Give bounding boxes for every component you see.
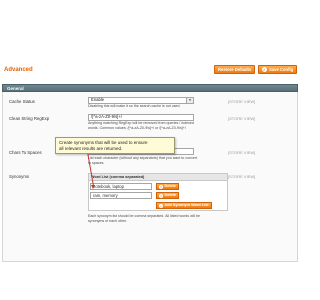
add-synonym-label: Add Synonym Word List [164, 203, 209, 207]
cache-status-value: Enable [91, 97, 105, 102]
delete-icon: × [159, 184, 163, 189]
add-synonym-button[interactable]: + Add Synonym Word List [156, 202, 212, 209]
chars-to-spaces-note-2: to spaces. [88, 161, 105, 165]
clean-regexp-label: Clean String RegExp [9, 116, 50, 121]
cache-status-select[interactable]: Enable ▾ [88, 97, 194, 104]
synonym-row-input[interactable]: ram, memory [90, 192, 152, 199]
cache-status-label: Cache Status [9, 99, 35, 104]
delete-icon: × [159, 193, 163, 198]
delete-label: Delete [164, 193, 176, 197]
cache-status-scope: [STORE VIEW] [228, 99, 256, 104]
restore-defaults-label: Restore Defaults [218, 67, 252, 72]
clean-regexp-input[interactable]: /[^a-zA-Z0-9\s]+/ [88, 114, 194, 121]
help-tooltip: Create synonyms that will be used to ens… [55, 137, 175, 154]
save-config-button[interactable]: ✓ Save Config [258, 65, 298, 74]
chars-to-spaces-label: Chars To Spaces [9, 150, 42, 155]
delete-synonym-button[interactable]: × Delete [156, 192, 179, 199]
clean-regexp-scope: [STORE VIEW] [228, 116, 256, 121]
synonyms-table-header: Word List (comma separated) [89, 174, 227, 181]
synonyms-note-1: Each synonym list should be comma separa… [88, 214, 201, 218]
add-icon: + [159, 203, 163, 208]
delete-synonym-button[interactable]: × Delete [156, 183, 179, 190]
synonyms-note-2: synonyms of each other. [88, 219, 127, 223]
save-config-label: Save Config [269, 67, 294, 72]
synonyms-table: Word List (comma separated) notebook, la… [88, 173, 228, 211]
chevron-down-icon: ▾ [186, 98, 193, 103]
restore-defaults-button[interactable]: Restore Defaults [214, 65, 256, 74]
synonyms-label: Synonyms [9, 174, 30, 179]
delete-label: Delete [164, 184, 176, 188]
clean-regexp-note-1: Anything matching RegExp will be removed… [88, 121, 194, 125]
synonym-row-input[interactable]: notebook, laptop [90, 183, 152, 190]
tooltip-text-2: all relevant results are returned. [59, 145, 123, 151]
page-title: Advanced [4, 67, 33, 73]
save-icon: ✓ [262, 67, 267, 72]
chars-to-spaces-scope: [STORE VIEW] [228, 150, 256, 155]
synonyms-scope: [STORE VIEW] [228, 174, 256, 179]
tooltip-arrowhead [91, 185, 95, 189]
section-title: General [7, 85, 24, 91]
chars-to-spaces-note-1: List each character (without any separat… [88, 156, 198, 160]
clean-regexp-note-2: words. Common values: /[^a-zA-Z0-9\s]+/ … [88, 126, 186, 130]
cache-status-note: Disabling this will make it so the searc… [88, 104, 181, 108]
section-header[interactable]: General [2, 84, 298, 92]
